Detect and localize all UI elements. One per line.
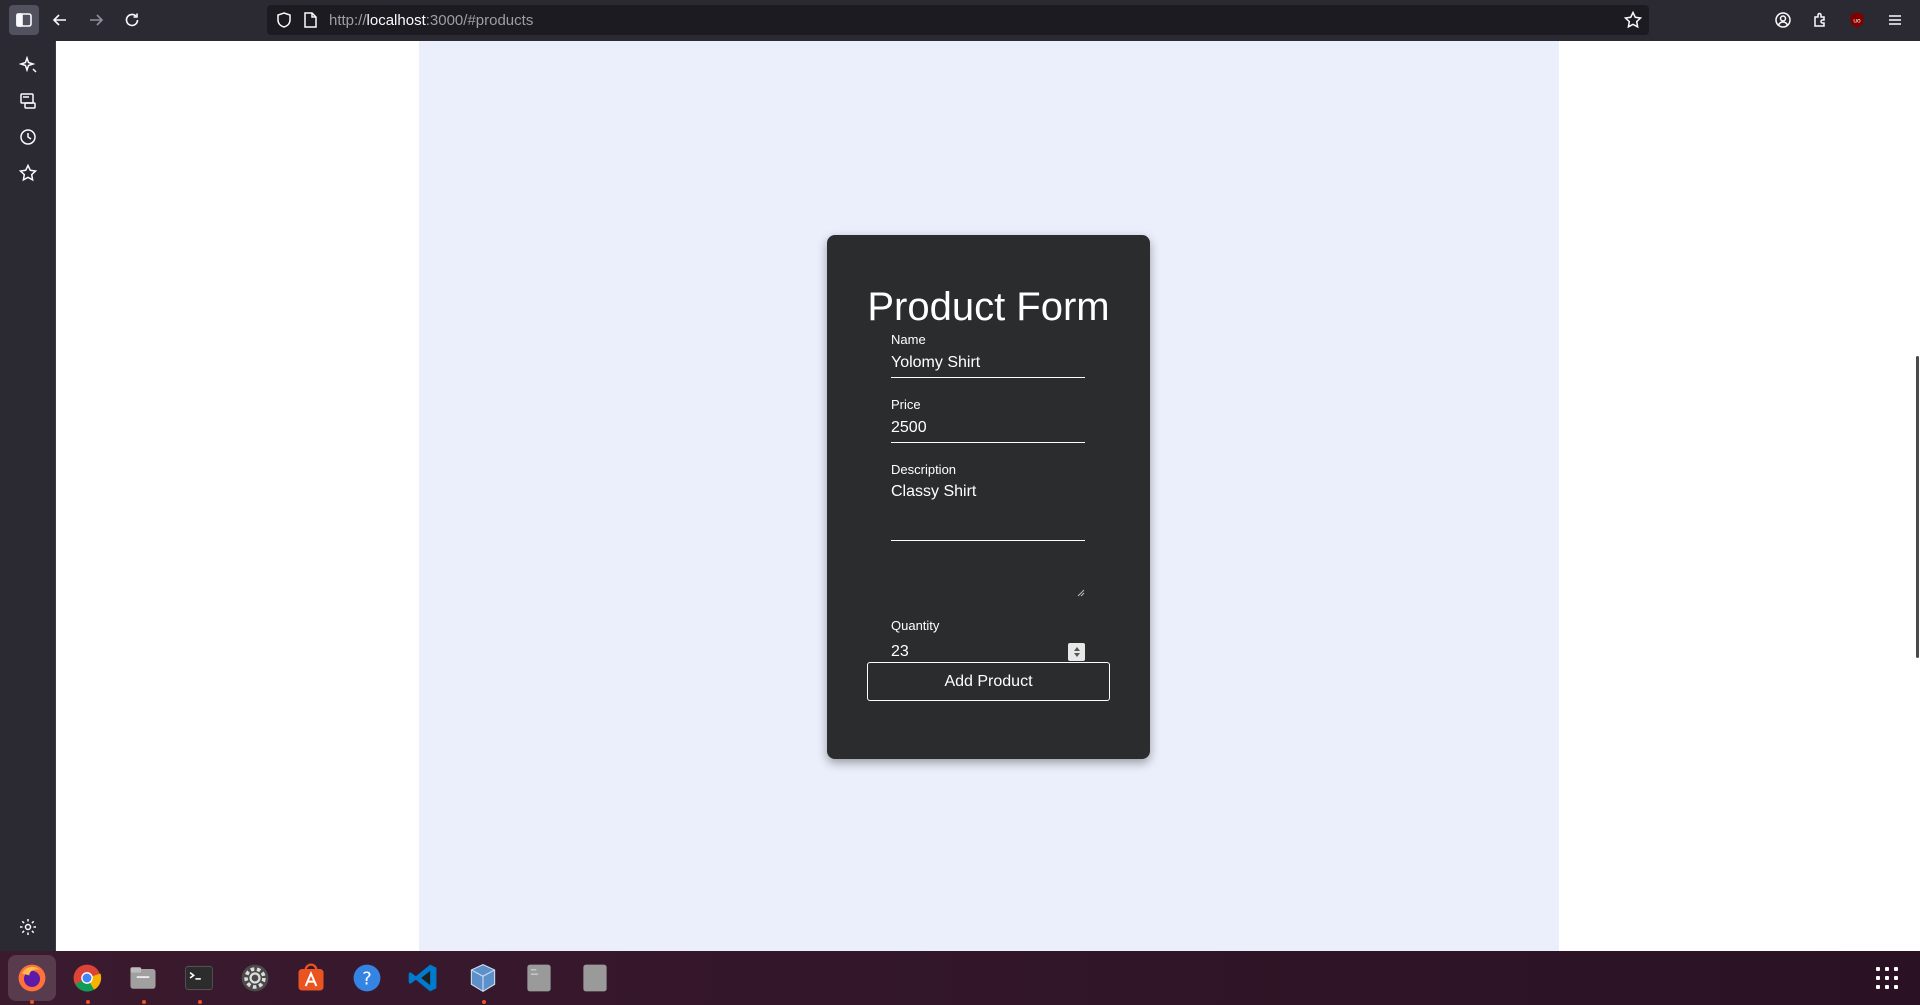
scrollbar-thumb[interactable] — [1916, 356, 1919, 658]
url-text: http://localhost:3000/#products — [329, 12, 534, 29]
show-apps-icon[interactable] — [1876, 967, 1898, 989]
running-indicator — [30, 1000, 34, 1004]
shield-icon[interactable] — [275, 11, 293, 29]
drive-logo — [527, 964, 551, 992]
account-icon — [1775, 12, 1791, 28]
stepper-down-icon[interactable] — [1073, 653, 1080, 657]
description-textarea[interactable]: Classy Shirt — [891, 479, 1085, 541]
help-icon[interactable]: ? — [348, 959, 386, 997]
history-button[interactable] — [18, 127, 38, 147]
page-icon — [304, 12, 317, 28]
ssd-icon[interactable] — [576, 959, 614, 997]
forward-button[interactable] — [81, 5, 111, 35]
arrow-left-icon — [52, 14, 66, 26]
star-icon — [18, 163, 38, 182]
settings-icon[interactable] — [236, 959, 274, 997]
ublock-button[interactable]: uo — [1842, 5, 1872, 35]
ssd-logo — [583, 964, 607, 992]
clock-icon — [20, 129, 36, 145]
app-center-logo — [298, 963, 324, 991]
vscode-icon[interactable] — [404, 959, 442, 997]
running-indicator — [198, 1000, 202, 1004]
reload-icon — [125, 13, 139, 27]
browser-sidebar — [0, 41, 56, 951]
hamburger-icon — [1889, 15, 1901, 25]
files-icon[interactable] — [124, 959, 162, 997]
vscode-logo — [408, 964, 437, 992]
url-bar[interactable]: http://localhost:3000/#products — [267, 5, 1649, 35]
ai-chatbot-button[interactable] — [18, 55, 38, 75]
price-input[interactable] — [891, 413, 1085, 443]
stepper-up-icon[interactable] — [1073, 647, 1080, 651]
terminal-icon[interactable] — [180, 959, 218, 997]
description-label: Description — [891, 462, 957, 477]
help-logo: ? — [353, 964, 381, 992]
bookmarks-button[interactable] — [18, 163, 38, 183]
running-indicator — [86, 1000, 90, 1004]
menu-button[interactable] — [1880, 5, 1910, 35]
drive-icon[interactable] — [520, 959, 558, 997]
product-form-card: Product Form Name Price Description Clas… — [827, 235, 1150, 759]
firefox-icon[interactable] — [13, 959, 51, 997]
quantity-stepper[interactable] — [1068, 643, 1085, 661]
page-content: Product Form Name Price Description Clas… — [56, 41, 1920, 951]
app-center-icon[interactable] — [292, 959, 330, 997]
extensions-button[interactable] — [1805, 5, 1835, 35]
synced-tabs-button[interactable] — [18, 91, 38, 111]
svg-text:uo: uo — [1853, 18, 1861, 25]
name-label: Name — [891, 332, 926, 347]
running-indicator — [142, 1000, 146, 1004]
price-label: Price — [891, 397, 921, 412]
puzzle-icon — [1814, 12, 1825, 27]
reload-button[interactable] — [117, 5, 147, 35]
virtualbox-logo — [470, 963, 496, 993]
taskbar: ? — [0, 951, 1920, 1005]
resize-grip-icon[interactable] — [1077, 589, 1085, 597]
account-button[interactable] — [1768, 5, 1798, 35]
synced-tabs-icon — [20, 93, 36, 109]
sidebar-icon — [16, 13, 32, 27]
running-indicator — [482, 1000, 486, 1004]
form-title: Product Form — [867, 285, 1110, 329]
name-input[interactable] — [891, 348, 1085, 378]
chrome-logo — [73, 964, 102, 992]
customize-sidebar-button[interactable] — [18, 917, 38, 937]
sparkle-icon — [18, 55, 37, 73]
virtualbox-icon[interactable] — [464, 959, 502, 997]
gear-logo — [241, 964, 269, 992]
back-button[interactable] — [45, 5, 75, 35]
bookmark-star-icon[interactable] — [1623, 10, 1643, 30]
chrome-icon[interactable] — [68, 959, 106, 997]
svg-text:?: ? — [362, 968, 372, 989]
firefox-logo — [18, 964, 46, 992]
sidebar-toggle-button[interactable] — [9, 5, 39, 35]
browser-toolbar: http://localhost:3000/#products uo — [0, 0, 1920, 41]
gear-icon — [20, 919, 36, 935]
ublock-shield-icon: uo — [1850, 12, 1864, 28]
quantity-label: Quantity — [891, 618, 940, 633]
folder-logo — [130, 967, 156, 989]
add-product-button[interactable]: Add Product — [867, 662, 1110, 701]
arrow-right-icon — [90, 14, 104, 26]
terminal-logo — [185, 965, 213, 991]
